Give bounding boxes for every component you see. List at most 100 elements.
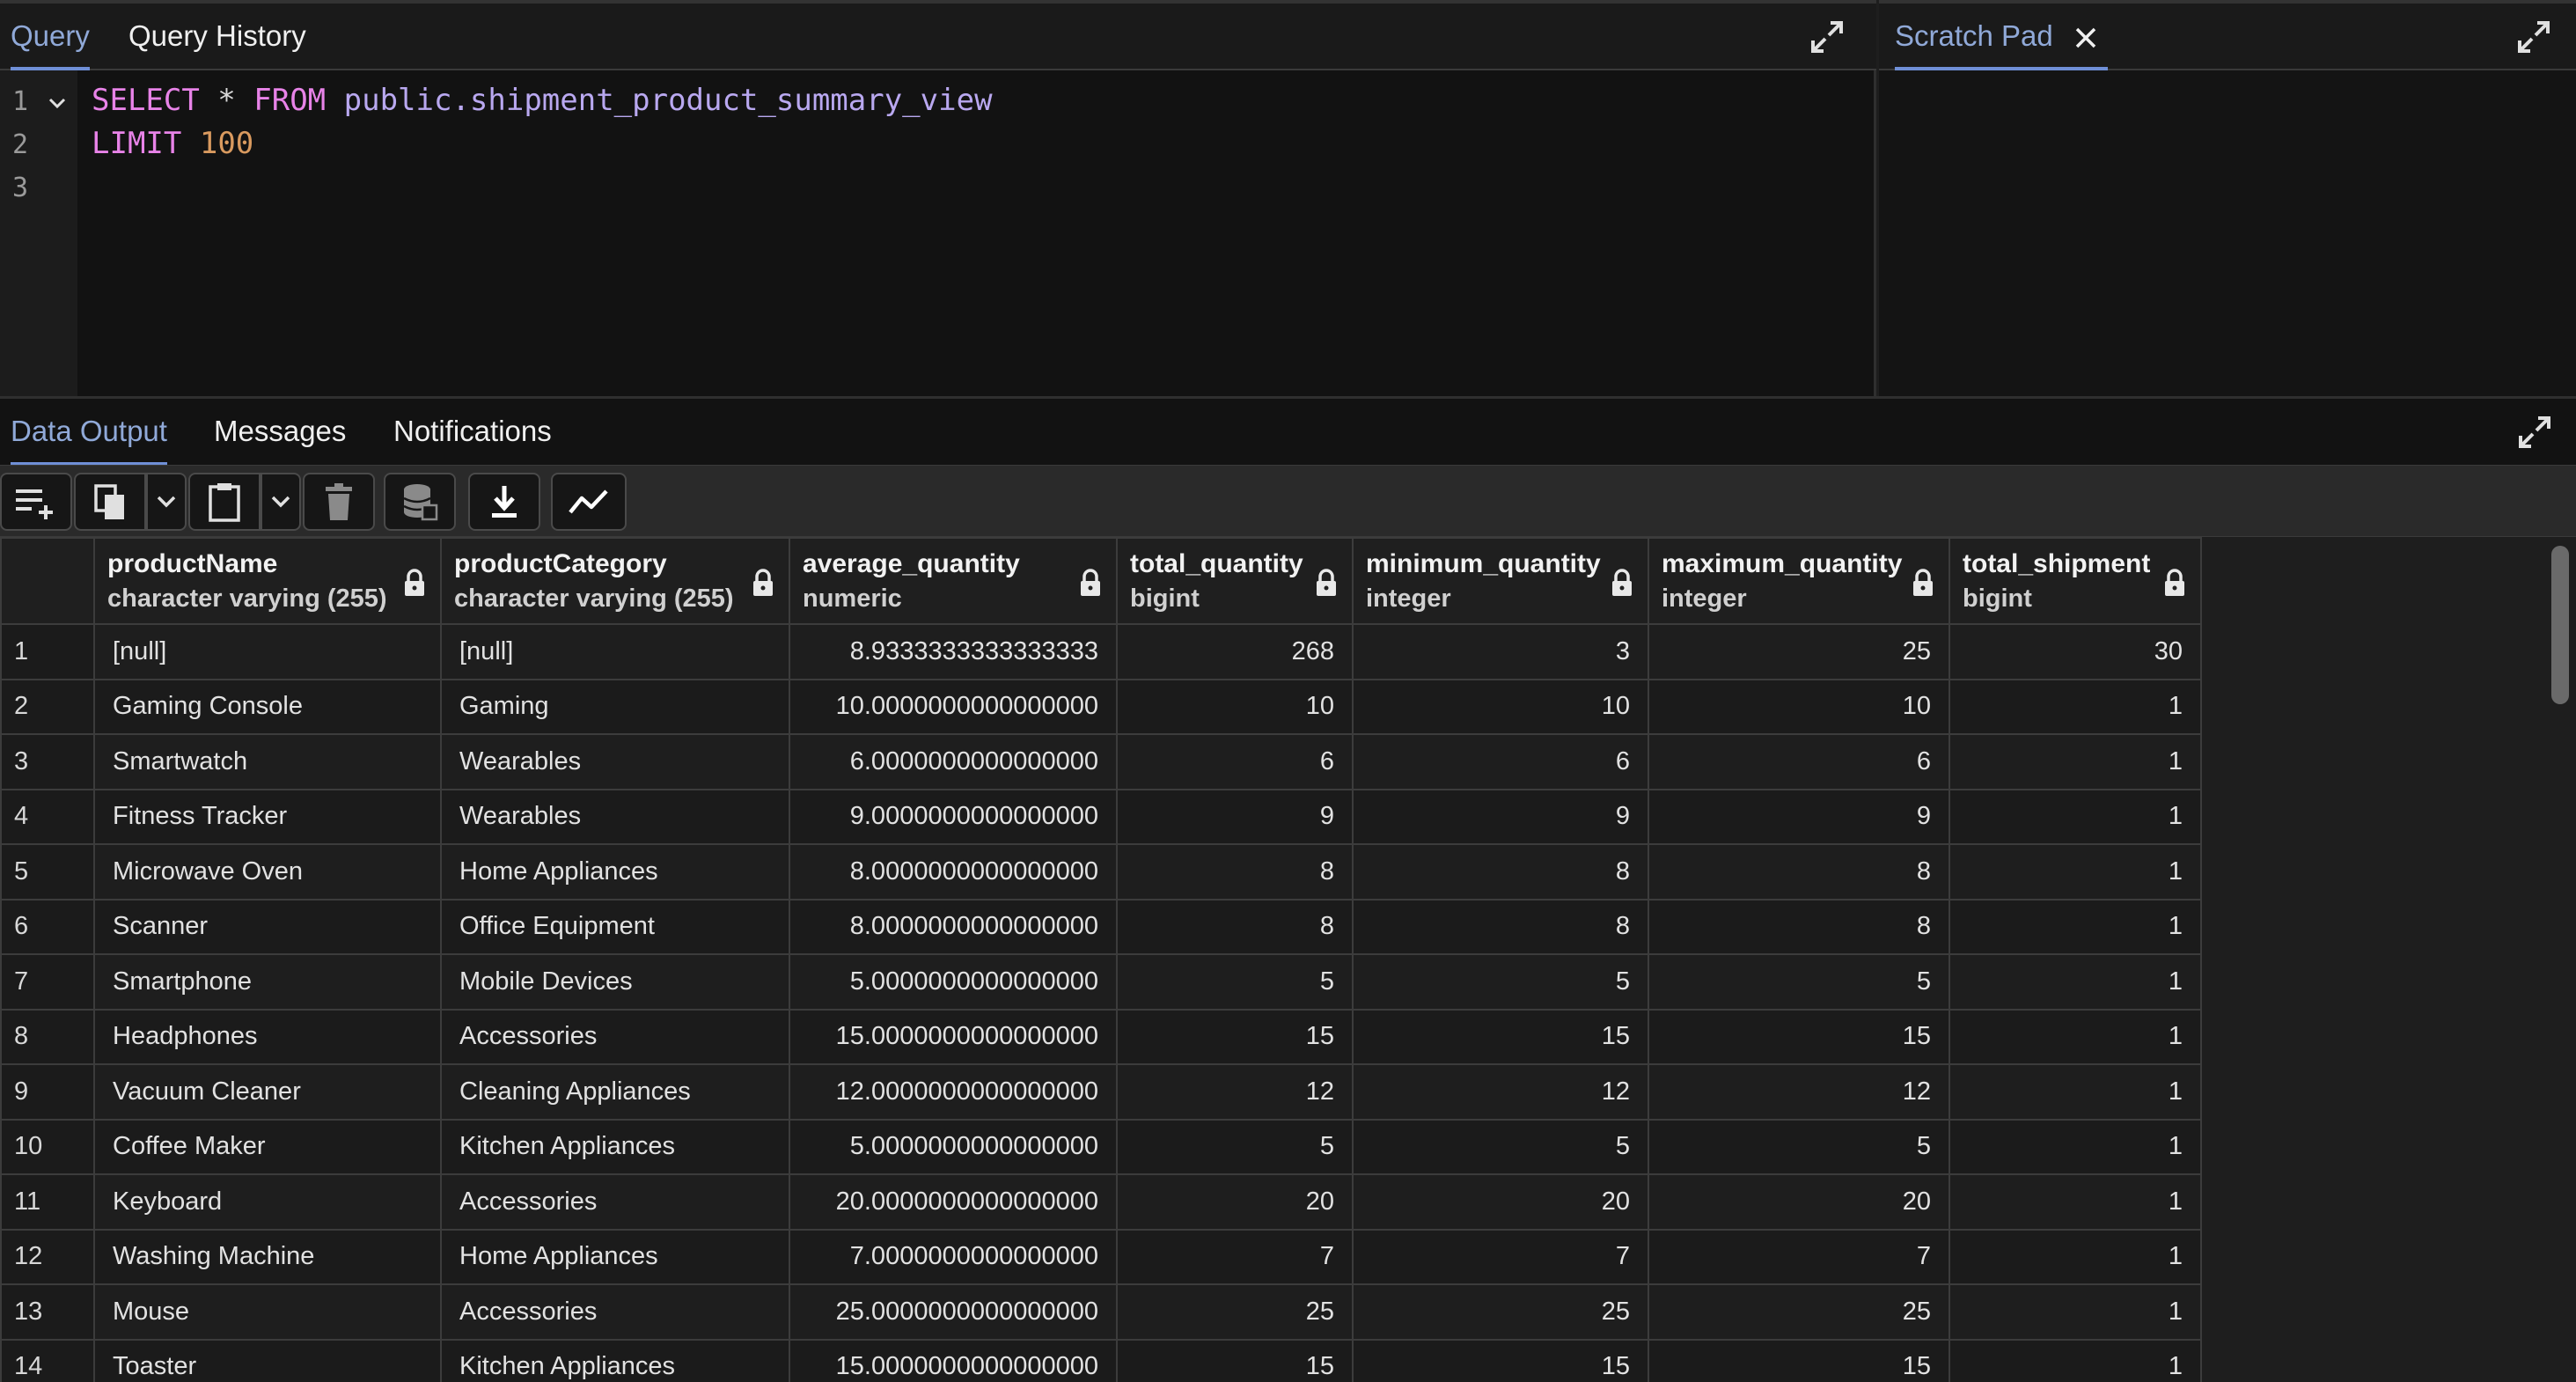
- table-cell[interactable]: 25: [1116, 1283, 1354, 1341]
- table-cell[interactable]: 15: [1116, 1008, 1354, 1065]
- table-row[interactable]: 1 [null] [null] 8.9333333333333333 268 3 25 30: [0, 623, 2202, 680]
- table-cell[interactable]: 9.0000000000000000: [789, 788, 1118, 845]
- delete-button[interactable]: [303, 473, 375, 531]
- close-icon[interactable]: [2074, 26, 2097, 49]
- table-cell[interactable]: Microwave Oven: [93, 843, 442, 901]
- row-number-cell[interactable]: 8: [0, 1008, 95, 1065]
- table-cell[interactable]: 12: [1116, 1063, 1354, 1121]
- table-cell[interactable]: Mobile Devices: [440, 953, 790, 1011]
- table-cell[interactable]: 30: [1949, 623, 2202, 680]
- vertical-scrollbar[interactable]: [2551, 546, 2569, 704]
- table-cell[interactable]: 25.0000000000000000: [789, 1283, 1118, 1341]
- copy-options-button[interactable]: [146, 473, 187, 531]
- table-cell[interactable]: 7: [1116, 1228, 1354, 1285]
- expand-icon[interactable]: [1809, 19, 1845, 55]
- table-row[interactable]: 10 Coffee Maker Kitchen Appliances 5.000000…: [0, 1118, 2202, 1175]
- table-cell[interactable]: Kitchen Appliances: [440, 1338, 790, 1382]
- table-cell[interactable]: 1: [1949, 1173, 2202, 1231]
- table-cell[interactable]: Wearables: [440, 733, 790, 790]
- table-cell[interactable]: 20: [1648, 1173, 1950, 1231]
- table-cell[interactable]: 1: [1949, 1283, 2202, 1341]
- table-cell[interactable]: 3: [1352, 623, 1649, 680]
- table-cell[interactable]: 5: [1648, 1118, 1950, 1175]
- table-cell[interactable]: 6.0000000000000000: [789, 733, 1118, 790]
- table-cell[interactable]: 15: [1352, 1008, 1649, 1065]
- table-cell[interactable]: Mouse: [93, 1283, 442, 1341]
- table-cell[interactable]: Smartwatch: [93, 733, 442, 790]
- table-cell[interactable]: 7: [1648, 1228, 1950, 1285]
- table-cell[interactable]: 1: [1949, 788, 2202, 845]
- column-header[interactable]: average_quantity numeric: [789, 537, 1118, 625]
- table-cell[interactable]: Cleaning Appliances: [440, 1063, 790, 1121]
- table-row[interactable]: 14 Toaster Kitchen Appliances 15.0000000000…: [0, 1338, 2202, 1382]
- table-cell[interactable]: 5: [1352, 953, 1649, 1011]
- table-cell[interactable]: 1: [1949, 733, 2202, 790]
- table-cell[interactable]: Smartphone: [93, 953, 442, 1011]
- column-header[interactable]: productName character varying (255): [93, 537, 442, 625]
- table-cell[interactable]: 1: [1949, 1063, 2202, 1121]
- table-cell[interactable]: 5: [1116, 1118, 1354, 1175]
- table-cell[interactable]: 8: [1648, 898, 1950, 955]
- table-cell[interactable]: 10: [1648, 678, 1950, 735]
- table-cell[interactable]: Fitness Tracker: [93, 788, 442, 845]
- table-row[interactable]: 5 Microwave Oven Home Appliances 8.00000000…: [0, 843, 2202, 901]
- table-cell[interactable]: Gaming Console: [93, 678, 442, 735]
- table-cell[interactable]: Toaster: [93, 1338, 442, 1382]
- row-number-cell[interactable]: 7: [0, 953, 95, 1011]
- table-cell[interactable]: 268: [1116, 623, 1354, 680]
- table-cell[interactable]: 1: [1949, 1338, 2202, 1382]
- table-cell[interactable]: 20.0000000000000000: [789, 1173, 1118, 1231]
- row-number-cell[interactable]: 9: [0, 1063, 95, 1121]
- table-cell[interactable]: 1: [1949, 678, 2202, 735]
- table-cell[interactable]: 20: [1352, 1173, 1649, 1231]
- table-cell[interactable]: 6: [1352, 733, 1649, 790]
- table-cell[interactable]: 8: [1352, 898, 1649, 955]
- table-cell[interactable]: Kitchen Appliances: [440, 1118, 790, 1175]
- table-row[interactable]: 13 Mouse Accessories 25.0000000000000000 25 2…: [0, 1283, 2202, 1341]
- column-header[interactable]: maximum_quantity integer: [1648, 537, 1950, 625]
- row-number-cell[interactable]: 12: [0, 1228, 95, 1285]
- row-number-cell[interactable]: 14: [0, 1338, 95, 1382]
- table-cell[interactable]: 20: [1116, 1173, 1354, 1231]
- table-cell[interactable]: Washing Machine: [93, 1228, 442, 1285]
- row-number-cell[interactable]: 1: [0, 623, 95, 680]
- column-header[interactable]: productCategory character varying (255): [440, 537, 790, 625]
- table-cell[interactable]: 15: [1352, 1338, 1649, 1382]
- table-cell[interactable]: 1: [1949, 843, 2202, 901]
- copy-button[interactable]: [74, 473, 146, 531]
- column-header[interactable]: minimum_quantity integer: [1352, 537, 1649, 625]
- save-data-button[interactable]: [384, 473, 456, 531]
- row-number-cell[interactable]: 11: [0, 1173, 95, 1231]
- table-cell[interactable]: 10.0000000000000000: [789, 678, 1118, 735]
- table-cell[interactable]: 1: [1949, 1228, 2202, 1285]
- table-cell[interactable]: Home Appliances: [440, 843, 790, 901]
- expand-icon[interactable]: [2516, 19, 2551, 55]
- table-cell[interactable]: 12.0000000000000000: [789, 1063, 1118, 1121]
- download-button[interactable]: [468, 473, 540, 531]
- table-cell[interactable]: 6: [1116, 733, 1354, 790]
- table-cell[interactable]: 5: [1648, 953, 1950, 1011]
- tab-scratch-pad[interactable]: Scratch Pad: [1895, 4, 2108, 70]
- row-number-cell[interactable]: 4: [0, 788, 95, 845]
- paste-button[interactable]: [188, 473, 261, 531]
- table-cell[interactable]: 1: [1949, 953, 2202, 1011]
- table-cell[interactable]: Scanner: [93, 898, 442, 955]
- fold-chevron-icon[interactable]: [48, 93, 67, 113]
- table-cell[interactable]: 8.0000000000000000: [789, 843, 1118, 901]
- table-cell[interactable]: 12: [1352, 1063, 1649, 1121]
- column-header[interactable]: total_quantity bigint: [1116, 537, 1354, 625]
- table-cell[interactable]: 9: [1648, 788, 1950, 845]
- table-cell[interactable]: Coffee Maker: [93, 1118, 442, 1175]
- table-row[interactable]: 11 Keyboard Accessories 20.0000000000000000…: [0, 1173, 2202, 1231]
- table-cell[interactable]: 15: [1116, 1338, 1354, 1382]
- table-cell[interactable]: 25: [1648, 1283, 1950, 1341]
- tab-query[interactable]: Query: [11, 4, 90, 70]
- table-row[interactable]: 7 Smartphone Mobile Devices 5.0000000000000…: [0, 953, 2202, 1011]
- table-cell[interactable]: 10: [1352, 678, 1649, 735]
- graph-visualiser-button[interactable]: [551, 473, 627, 531]
- table-cell[interactable]: 8: [1352, 843, 1649, 901]
- table-cell[interactable]: 8: [1116, 843, 1354, 901]
- table-cell[interactable]: 10: [1116, 678, 1354, 735]
- table-cell[interactable]: Accessories: [440, 1283, 790, 1341]
- table-cell[interactable]: 5.0000000000000000: [789, 1118, 1118, 1175]
